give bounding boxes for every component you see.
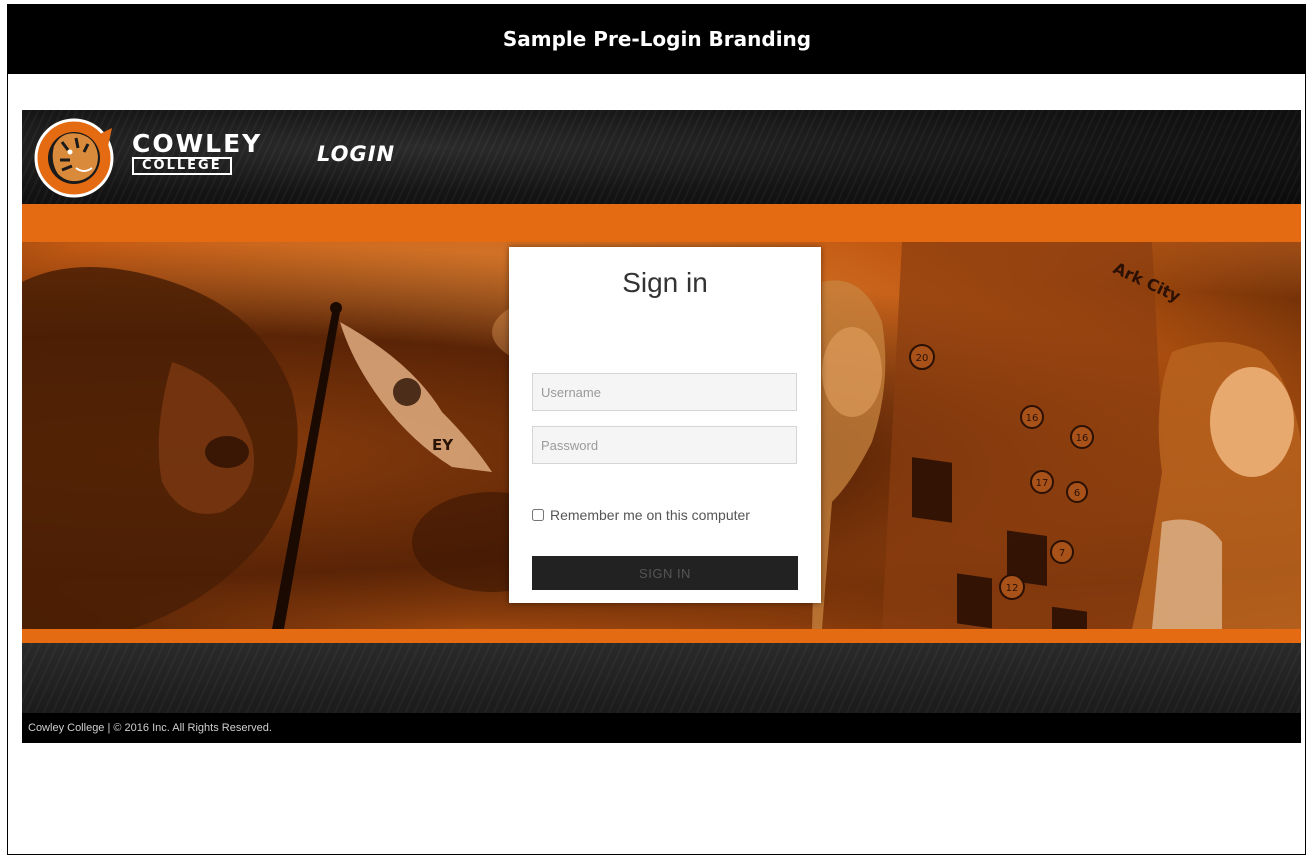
cowley-college-wordmark: COWLEY COLLEGE	[132, 129, 292, 176]
signin-panel: Sign in Remember me on this computer SIG…	[509, 247, 821, 603]
sign-number: 12	[1006, 583, 1019, 594]
remember-me-label: Remember me on this computer	[550, 507, 750, 523]
sign-number: 7	[1059, 548, 1065, 559]
page-frame: Sample Pre-Login Branding COWLEY COLLEGE…	[7, 4, 1306, 855]
portal-header: COWLEY COLLEGE LOGIN	[22, 110, 1301, 204]
brand-top: COWLEY	[132, 129, 263, 158]
sign-in-button[interactable]: SIGN IN	[532, 556, 798, 590]
flag-text: EY	[432, 436, 454, 454]
page-title-bar: Sample Pre-Login Branding	[8, 4, 1306, 74]
sign-number: 16	[1076, 433, 1089, 444]
orange-band-bottom	[22, 629, 1301, 643]
lower-texture-band	[22, 643, 1301, 713]
username-input[interactable]	[532, 373, 797, 411]
remember-me-checkbox[interactable]	[532, 509, 544, 521]
sign-number: 6	[1074, 488, 1080, 499]
brand-bottom: COLLEGE	[132, 157, 232, 175]
password-input[interactable]	[532, 426, 797, 464]
footer-copyright: Cowley College | © 2016 Inc. All Rights …	[22, 713, 1301, 743]
login-portal: COWLEY COLLEGE LOGIN EY Ark City 20 16 1…	[22, 110, 1301, 743]
page-title: Sample Pre-Login Branding	[502, 27, 812, 51]
remember-me-option[interactable]: Remember me on this computer	[532, 507, 750, 523]
sign-number: 17	[1036, 478, 1049, 489]
orange-band-top	[22, 204, 1301, 242]
sign-number: 20	[916, 353, 929, 364]
login-heading: LOGIN	[317, 142, 396, 166]
signin-title: Sign in	[622, 267, 708, 298]
tiger-logo-icon	[34, 118, 114, 198]
sign-number: 16	[1026, 413, 1039, 424]
